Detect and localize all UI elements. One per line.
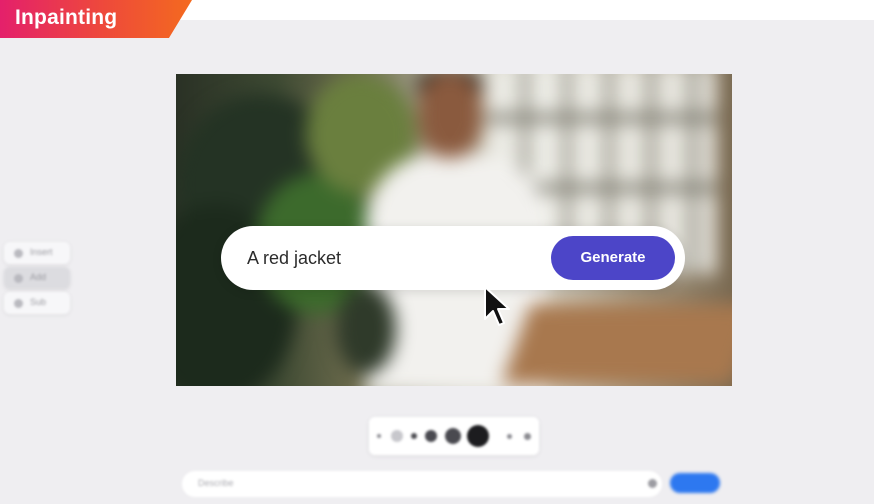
- tool-subtract[interactable]: Sub: [4, 292, 70, 314]
- undo-icon[interactable]: [507, 434, 512, 439]
- redo-icon[interactable]: [524, 433, 531, 440]
- mouse-pointer-icon: [484, 286, 510, 326]
- tool-insert-label: Insert: [30, 247, 53, 257]
- brush-size-xs[interactable]: [391, 430, 403, 442]
- tool-add-label: Add: [30, 272, 47, 282]
- settings-icon[interactable]: [648, 479, 657, 488]
- brush-size-s[interactable]: [411, 433, 417, 439]
- feature-badge-label: Inpainting: [15, 6, 118, 29]
- brush-icon: [14, 249, 23, 258]
- tool-add[interactable]: Add: [4, 267, 70, 289]
- bottom-prompt-placeholder: Describe: [198, 478, 234, 488]
- tool-subtract-label: Sub: [30, 297, 47, 307]
- tool-insert[interactable]: Insert: [4, 242, 70, 264]
- prompt-input[interactable]: A red jacket: [247, 248, 341, 269]
- chevron-left-icon[interactable]: [377, 434, 381, 438]
- submit-button[interactable]: [670, 473, 720, 493]
- prompt-bar: A red jacket Generate: [221, 226, 685, 290]
- plus-icon: [14, 274, 23, 283]
- brush-size-xl[interactable]: [467, 425, 489, 447]
- brush-size-l[interactable]: [445, 428, 461, 444]
- tool-panel: Insert Add Sub: [4, 238, 72, 318]
- feature-badge: Inpainting: [0, 0, 192, 38]
- bottom-prompt-bar[interactable]: Describe: [182, 471, 662, 497]
- eraser-icon: [14, 299, 23, 308]
- brush-size-toolbar: [369, 417, 539, 455]
- brush-size-m[interactable]: [425, 430, 437, 442]
- generate-button[interactable]: Generate: [551, 236, 675, 280]
